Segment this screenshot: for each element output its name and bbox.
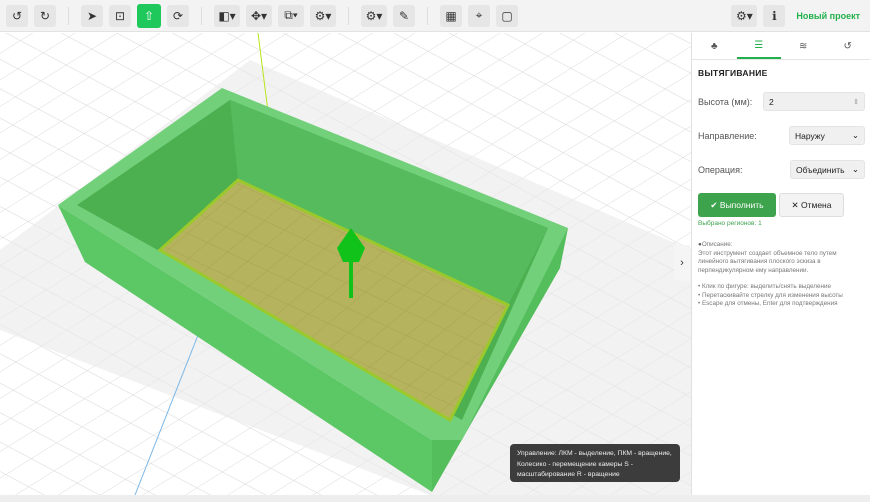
snap-button[interactable]: ⌖ xyxy=(468,4,490,27)
redo-button[interactable]: ↻ xyxy=(34,4,56,27)
selected-regions-count: Выбрано регионов: 1 xyxy=(698,220,762,227)
revolve-tool-button[interactable]: ⟳ xyxy=(167,4,189,27)
description-title: Описание: xyxy=(701,241,733,248)
boolean-dropdown[interactable]: ◧▾ xyxy=(214,4,240,27)
status-bar xyxy=(0,495,870,502)
direction-select[interactable]: Наружу ⌄ xyxy=(789,126,865,145)
tab-history[interactable]: ↺ xyxy=(826,33,870,59)
direction-label: Направление: xyxy=(698,130,757,141)
direction-value: Наружу xyxy=(795,130,825,141)
project-name[interactable]: Новый проект xyxy=(796,11,860,21)
modifiers-dropdown[interactable]: ⚙▾ xyxy=(310,4,336,27)
chevron-down-icon: ⌄ xyxy=(851,164,859,174)
operation-value: Объединить xyxy=(796,164,845,175)
chevron-down-icon: ⌄ xyxy=(851,130,859,140)
panel-title: ВЫТЯГИВАНИЕ xyxy=(698,68,768,78)
collapse-panel-button[interactable]: › xyxy=(674,245,690,281)
spinner-icon[interactable]: ⇕ xyxy=(853,98,859,106)
scene xyxy=(0,33,691,495)
3d-viewport[interactable] xyxy=(0,33,691,495)
copy-dropdown[interactable]: ⧉▾ xyxy=(278,4,304,27)
toolbar: ↺ ↻ ➤ ⊡ ⇧ ⟳ ◧▾ ✥▾ ⧉▾ ⚙▾ ⚙▾ ✎ ▦ ⌖ ▢ ⚙▾ ℹ … xyxy=(0,0,870,32)
tab-parameters[interactable]: ☰ xyxy=(736,33,781,59)
properties-panel: ♣ ☰ ≋ ↺ ВЫТЯГИВАНИЕ Высота (мм): 2 ⇕ Напр… xyxy=(691,33,870,495)
divider xyxy=(68,6,69,25)
divider xyxy=(348,6,349,25)
height-label: Высота (мм): xyxy=(698,96,753,107)
info-button[interactable]: ℹ xyxy=(763,4,786,27)
settings-dropdown[interactable]: ⚙▾ xyxy=(361,4,387,27)
tab-layers[interactable]: ≋ xyxy=(781,33,826,59)
operation-select[interactable]: Объединить ⌄ xyxy=(790,160,865,179)
frame-button[interactable]: ▢ xyxy=(496,4,518,27)
height-input[interactable]: 2 ⇕ xyxy=(763,92,865,111)
operation-label: Операция: xyxy=(698,164,743,175)
execute-button[interactable]: ✔ Выполнить xyxy=(698,193,776,217)
divider xyxy=(427,6,428,25)
description-text: Этот инструмент создает объемное тело пу… xyxy=(698,249,837,274)
description: ●Описание: Этот инструмент создает объем… xyxy=(698,241,865,309)
sketch-tool-button[interactable]: ⊡ xyxy=(109,4,131,27)
grid-toggle-button[interactable]: ▦ xyxy=(440,4,462,27)
cancel-button[interactable]: ✕ Отмена xyxy=(779,193,844,217)
gear-dropdown[interactable]: ⚙▾ xyxy=(731,4,758,27)
tab-objects[interactable]: ♣ xyxy=(692,33,737,59)
hint: • Перетаскивайте стрелку для изменения в… xyxy=(698,291,843,299)
divider xyxy=(201,6,202,25)
hint: • Клик по фигуре: выделить/снять выделен… xyxy=(698,283,831,290)
height-value: 2 xyxy=(769,96,774,107)
move-dropdown[interactable]: ✥▾ xyxy=(246,4,272,27)
undo-button[interactable]: ↺ xyxy=(6,4,28,27)
extrude-tool-button[interactable]: ⇧ xyxy=(137,3,161,28)
hint: • Escape для отмены, Enter для подтвержд… xyxy=(698,300,838,307)
measure-button[interactable]: ✎ xyxy=(393,4,415,27)
controls-tooltip: Управление: ЛКМ - выделение, ПКМ - враще… xyxy=(510,444,680,482)
select-tool-button[interactable]: ➤ xyxy=(81,4,103,27)
